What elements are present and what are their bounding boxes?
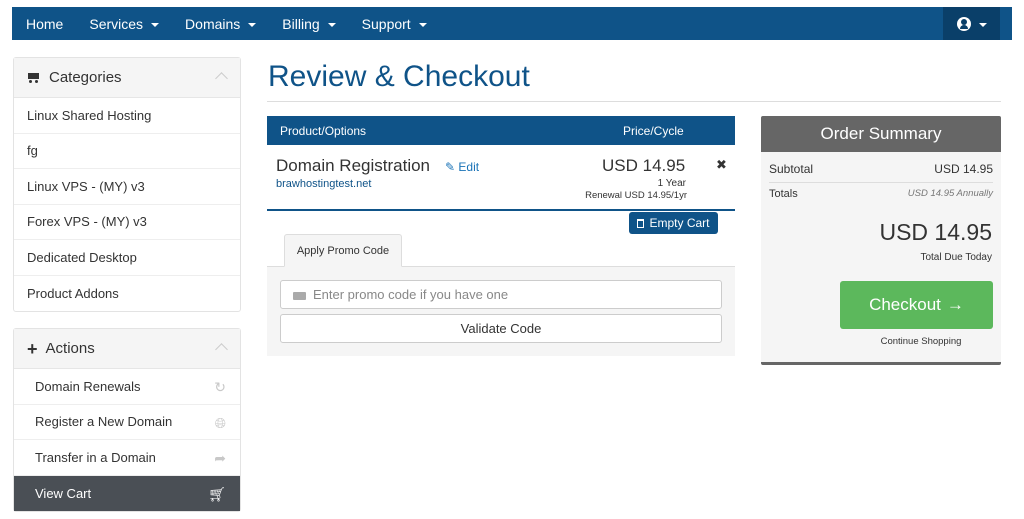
action-domain-renewals[interactable]: Domain Renewals ↻ — [14, 369, 240, 405]
pencil-icon: ✎ — [445, 160, 456, 174]
chevron-up-icon[interactable] — [215, 343, 228, 356]
nav-services[interactable]: Services — [76, 7, 172, 40]
action-view-cart[interactable]: View Cart 🛒︎ — [14, 475, 240, 511]
validate-code-button[interactable]: Validate Code — [280, 314, 722, 343]
cart-icon — [27, 72, 40, 83]
caret-down-icon — [978, 22, 987, 27]
actions-title: Actions — [45, 340, 95, 357]
subtotal-value: USD 14.95 — [934, 162, 993, 176]
categories-title: Categories — [49, 69, 122, 86]
cart-item-price: USD 14.95 — [602, 156, 686, 175]
nav-billing[interactable]: Billing — [269, 7, 348, 40]
empty-cart-button[interactable]: Empty Cart — [629, 212, 718, 234]
edit-item-link[interactable]: ✎ Edit — [445, 160, 479, 174]
tab-apply-promo-code[interactable]: Apply Promo Code — [284, 234, 402, 267]
summary-divider — [769, 182, 993, 183]
top-navbar: Home Services Domains Billing Support — [12, 7, 1012, 40]
actions-header[interactable]: + Actions — [14, 329, 240, 369]
totals-value: USD 14.95 Annually — [907, 188, 993, 199]
title-divider — [267, 101, 1001, 102]
promo-placeholder: Enter promo code if you have one — [313, 287, 509, 302]
refresh-icon: ↻ — [214, 379, 226, 395]
categories-header[interactable]: Categories — [14, 58, 240, 98]
totals-row: Totals USD 14.95 Annually — [769, 188, 993, 200]
caret-down-icon — [418, 22, 427, 27]
promo-code-input[interactable]: Enter promo code if you have one — [280, 280, 722, 309]
nav-domains-label: Domains — [185, 15, 241, 32]
cart-divider — [267, 209, 735, 211]
price-column-header: Price/Cycle — [623, 124, 684, 138]
categories-panel: Categories Linux Shared Hosting fg Linux… — [13, 57, 241, 312]
category-item[interactable]: Forex VPS - (MY) v3 — [14, 205, 240, 240]
action-label: Domain Renewals — [35, 378, 141, 394]
empty-cart-label: Empty Cart — [649, 216, 710, 230]
action-label: View Cart — [35, 485, 92, 501]
order-summary-panel: Order Summary Subtotal USD 14.95 Totals … — [761, 116, 1001, 365]
ticket-icon — [293, 292, 306, 300]
cart-item-name: Domain Registration — [276, 156, 431, 175]
continue-shopping-link[interactable]: Continue Shopping — [859, 336, 983, 347]
order-summary-title: Order Summary — [761, 116, 1001, 152]
top-strip — [0, 0, 1024, 7]
subtotal-label: Subtotal — [769, 162, 814, 176]
totals-label: Totals — [769, 188, 798, 200]
close-icon: ✖ — [716, 157, 727, 172]
category-item[interactable]: Product Addons — [14, 276, 240, 312]
globe-icon: 🌐︎ — [214, 414, 226, 431]
edit-label: Edit — [458, 160, 480, 174]
nav-home-label: Home — [26, 15, 64, 32]
caret-down-icon — [327, 22, 336, 27]
action-register-domain[interactable]: Register a New Domain 🌐︎ — [14, 405, 240, 440]
nav-home[interactable]: Home — [12, 7, 76, 40]
nav-support-label: Support — [361, 15, 411, 32]
category-item[interactable]: Linux VPS - (MY) v3 — [14, 169, 240, 205]
caret-down-icon — [151, 22, 160, 27]
actions-panel: + Actions Domain Renewals ↻ Register a N… — [13, 328, 241, 512]
cart-item-renewal: Renewal USD 14.95/1yr — [585, 190, 687, 201]
cart-item-cycle: 1 Year — [657, 178, 686, 189]
cart-table-header: Product/Options Price/Cycle — [267, 116, 735, 145]
nav-domains[interactable]: Domains — [172, 7, 269, 40]
subtotal-row: Subtotal USD 14.95 — [769, 162, 993, 176]
arrow-right-icon: → — [946, 295, 964, 314]
product-column-header: Product/Options — [280, 124, 367, 138]
total-due-label: Total Due Today — [920, 252, 992, 263]
share-arrow-icon: ➦ — [214, 450, 226, 466]
caret-down-icon — [248, 22, 257, 27]
account-menu-button[interactable] — [943, 7, 1000, 40]
category-item[interactable]: Linux Shared Hosting — [14, 98, 240, 134]
nav-services-label: Services — [89, 15, 144, 32]
checkout-label: Checkout — [869, 295, 941, 314]
checkout-button[interactable]: Checkout → — [840, 281, 993, 329]
nav-billing-label: Billing — [282, 15, 320, 32]
chevron-up-icon[interactable] — [215, 72, 228, 85]
action-label: Transfer in a Domain — [35, 449, 156, 465]
user-circle-icon — [956, 16, 971, 31]
nav-support[interactable]: Support — [349, 7, 440, 40]
remove-item-button[interactable]: ✖ — [716, 157, 727, 173]
total-due-amount: USD 14.95 — [879, 219, 992, 245]
page-title: Review & Checkout — [268, 60, 530, 93]
trash-icon — [637, 218, 645, 228]
cart-item-domain: brawhostingtest.net — [276, 178, 372, 190]
action-transfer-domain[interactable]: Transfer in a Domain ➦ — [14, 440, 240, 476]
action-label: Register a New Domain — [35, 414, 173, 430]
category-item[interactable]: Dedicated Desktop — [14, 240, 240, 276]
plus-icon: + — [27, 338, 38, 359]
cart-icon: 🛒︎ — [208, 485, 226, 502]
category-item[interactable]: fg — [14, 134, 240, 169]
